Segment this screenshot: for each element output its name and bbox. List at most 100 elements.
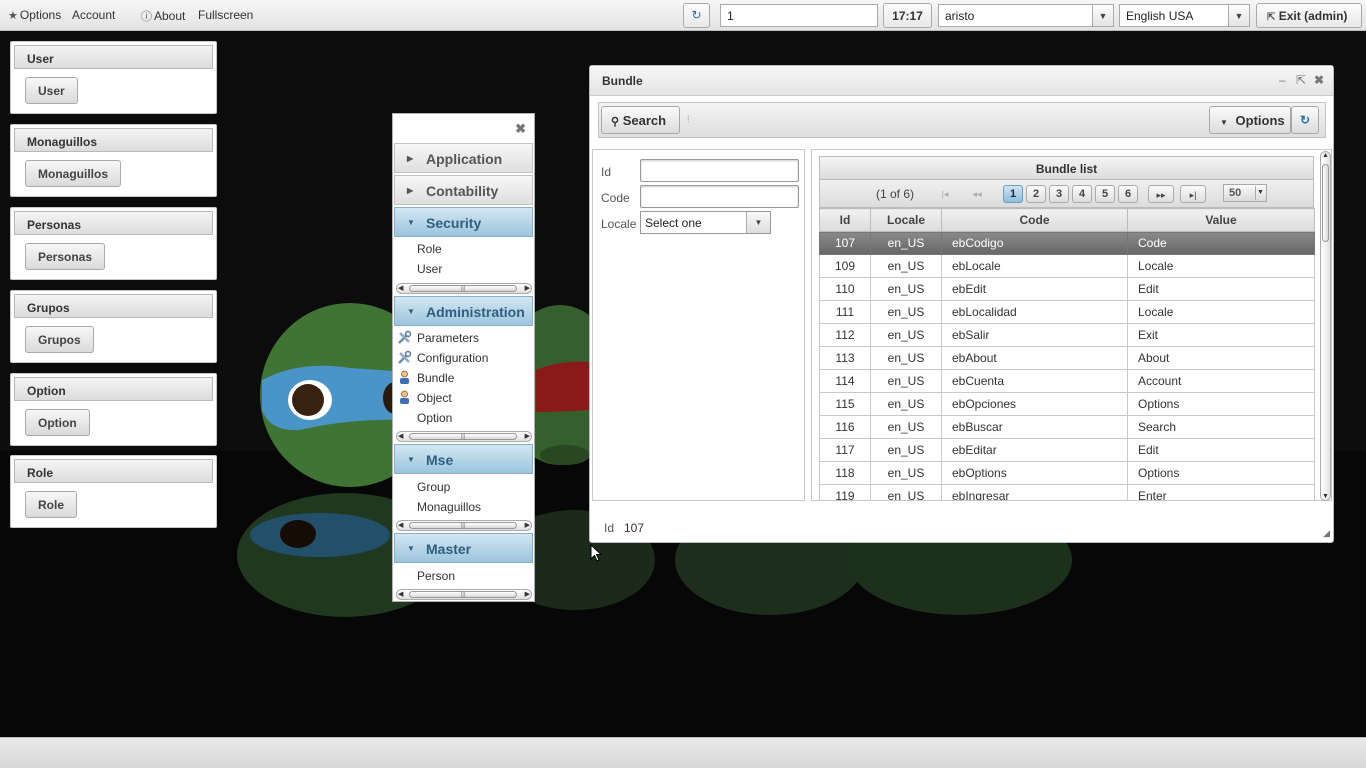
table-row[interactable]: 118 en_US ebOptions Options [819,461,1315,485]
options-button[interactable]: ▼ Options [1209,106,1291,134]
table-row[interactable]: 116 en_US ebBuscar Search [819,415,1315,439]
page-5-button[interactable]: 5 [1095,185,1115,203]
refresh-icon: ↻ [1299,113,1311,127]
account-menu[interactable]: Account [72,8,115,22]
tools-icon [398,350,412,364]
security-scrollbar[interactable]: ◀ ||| ▶ [396,283,532,294]
accordion-header-administration[interactable]: ▼ Administration [394,296,533,326]
cell-locale: en_US [870,254,942,278]
last-page-icon[interactable]: ▸| [1180,185,1206,203]
accordion-header-mse[interactable]: ▼ Mse [394,444,533,474]
cell-id: 112 [819,323,871,347]
dialog-refresh-button[interactable]: ↻ [1291,106,1319,134]
rows-per-page-select[interactable]: 50 ▼ [1223,184,1267,202]
dialog-toolbar: ⚲ Search ⁞ ▼ Options ↻ [598,102,1326,138]
role-button[interactable]: Role [25,491,78,518]
bundle-dialog: Bundle – ⇱ ✖ ⚲ Search ⁞ ▼ Options ↻ Id C… [589,65,1334,543]
option-button[interactable]: Option [25,409,90,436]
code-input[interactable] [640,185,799,208]
language-dropdown-arrow[interactable]: ▼ [1228,4,1250,27]
table-row[interactable]: 107 en_US ebCodigo Code [819,231,1315,255]
search-button[interactable]: ⚲ Search [601,106,680,134]
scrollbar-thumb[interactable]: ||| [409,433,517,440]
chevron-down-icon: ▼ [407,544,415,553]
menu-item-group[interactable]: Group [417,480,450,494]
refresh-button[interactable]: ↻ [683,3,710,28]
first-page-icon[interactable]: |◂ [932,185,958,203]
menu-item-object[interactable]: Object [400,390,452,405]
table-row[interactable]: 115 en_US ebOpciones Options [819,392,1315,416]
monaguillos-button[interactable]: Monaguillos [25,160,121,187]
page-6-button[interactable]: 6 [1118,185,1138,203]
table-row[interactable]: 109 en_US ebLocale Locale [819,254,1315,278]
page-1-button[interactable]: 1 [1003,185,1023,203]
cell-locale: en_US [870,323,942,347]
grupos-button[interactable]: Grupos [25,326,94,353]
scroll-right-icon: ▶ [524,285,530,292]
menu-item-option[interactable]: Option [417,411,452,425]
personas-widget-title: Personas [14,211,213,235]
table-row[interactable]: 119 en_US ebIngresar Enter [819,484,1315,500]
menu-item-configuration[interactable]: Configuration [398,350,488,365]
id-label: Id [601,165,612,179]
menu-item-monaguillos[interactable]: Monaguillos [417,500,481,514]
personas-button[interactable]: Personas [25,243,106,270]
cell-id: 113 [819,346,871,370]
close-icon[interactable]: ✖ [515,121,526,137]
menu-item-parameters[interactable]: Parameters [398,330,479,345]
table-row[interactable]: 110 en_US ebEdit Edit [819,277,1315,301]
page-3-button[interactable]: 3 [1049,185,1069,203]
cell-value: About [1127,346,1315,370]
page-4-button[interactable]: 4 [1072,185,1092,203]
cell-id: 115 [819,392,871,416]
table-row[interactable]: 112 en_US ebSalir Exit [819,323,1315,347]
column-header-code[interactable]: Code [941,208,1128,232]
fullscreen-menu[interactable]: Fullscreen [198,8,253,22]
mse-scrollbar[interactable]: ◀ ||| ▶ [396,520,532,531]
prev-page-icon[interactable]: ◂◂ [964,185,990,203]
close-icon[interactable]: ✖ [1314,73,1324,87]
administration-scrollbar[interactable]: ◀ ||| ▶ [396,431,532,442]
about-menu[interactable]: ⓘ About [141,8,185,24]
column-header-locale[interactable]: Locale [870,208,942,232]
table-row[interactable]: 111 en_US ebLocalidad Locale [819,300,1315,324]
scrollbar-thumb[interactable]: ||| [409,522,517,529]
user-dropdown-arrow[interactable]: ▼ [1092,4,1114,27]
language-select[interactable]: English USA [1119,4,1229,27]
role-widget-title: Role [14,459,213,483]
resize-handle-icon[interactable]: ◢ [1323,528,1330,539]
accordion-header-contability[interactable]: ▶ Contability [394,175,533,205]
exit-button[interactable]: ⇱ Exit (admin) [1256,3,1362,28]
accordion-header-application[interactable]: ▶ Application [394,143,533,173]
page-2-button[interactable]: 2 [1026,185,1046,203]
list-vertical-scrollbar[interactable]: ▲ ▼ [1320,151,1331,501]
table-row[interactable]: 113 en_US ebAbout About [819,346,1315,370]
accordion-header-master[interactable]: ▼ Master [394,533,533,563]
maximize-icon[interactable]: ⇱ [1296,73,1306,87]
accordion-header-security[interactable]: ▼ Security [394,207,533,237]
next-page-icon[interactable]: ▸▸ [1148,185,1174,203]
menu-item-bundle[interactable]: Bundle [400,370,454,385]
user-button[interactable]: User [25,77,78,104]
table-row[interactable]: 114 en_US ebCuenta Account [819,369,1315,393]
column-header-value[interactable]: Value [1127,208,1315,232]
about-menu-label: About [154,9,186,23]
master-scrollbar[interactable]: ◀ ||| ▶ [396,589,532,600]
list-title: Bundle list [819,156,1314,180]
column-header-id[interactable]: Id [819,208,871,232]
options-menu[interactable]: ★ Options [8,8,61,22]
id-input[interactable] [640,159,799,182]
user-select[interactable]: aristo [938,4,1093,27]
personas-widget: Personas Personas [10,207,217,280]
scrollbar-thumb[interactable]: ||| [409,285,517,292]
menu-item-role[interactable]: Role [417,242,442,256]
table-row[interactable]: 117 en_US ebEditar Edit [819,438,1315,462]
locale-select[interactable]: Select one ▼ [640,211,771,234]
session-input[interactable]: 1 [720,4,878,27]
scrollbar-thumb[interactable] [1322,164,1329,242]
menu-item-person[interactable]: Person [417,569,455,583]
scrollbar-thumb[interactable]: ||| [409,591,517,598]
minimize-icon[interactable]: – [1279,73,1286,87]
options-button-label: Options [1235,113,1285,128]
menu-item-user[interactable]: User [417,262,442,276]
